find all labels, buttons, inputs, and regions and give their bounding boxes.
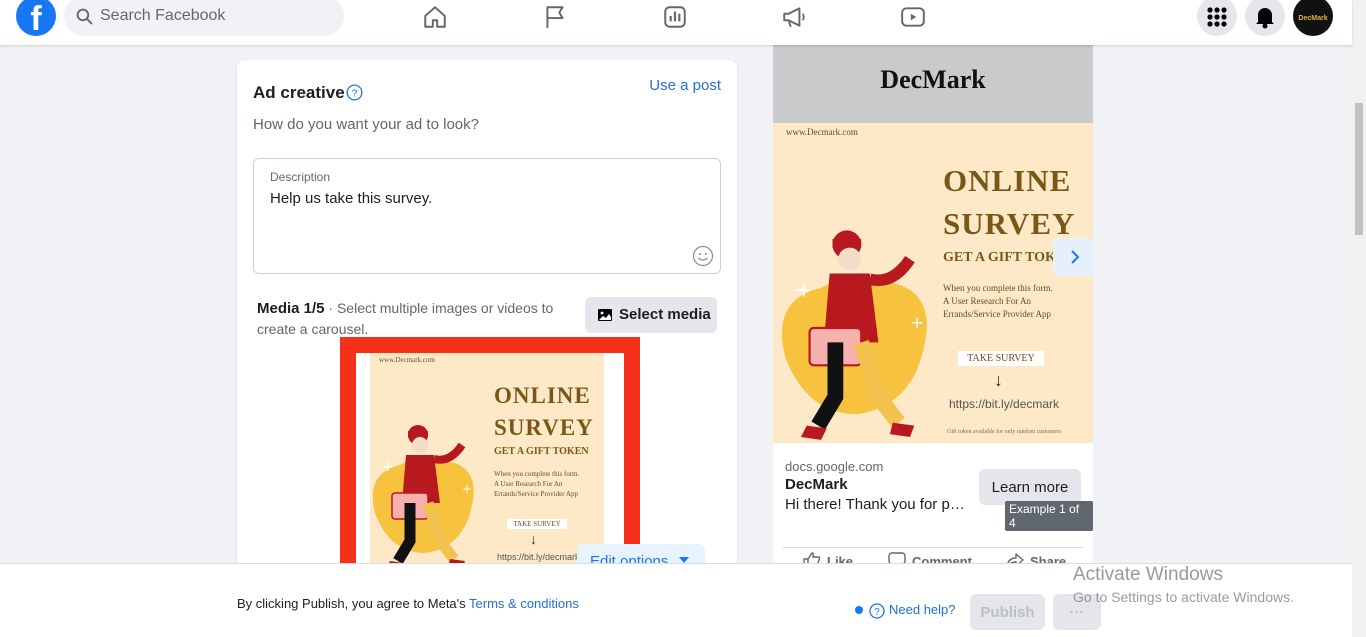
svg-text:+: + xyxy=(382,459,394,475)
video-icon[interactable] xyxy=(900,4,926,30)
ad-creative-title: Ad creative xyxy=(253,83,345,102)
preview-take-survey: TAKE SURVEY xyxy=(958,351,1044,366)
search-icon xyxy=(76,8,93,25)
flag-icon[interactable] xyxy=(542,4,568,30)
avatar[interactable]: DecMark xyxy=(1293,0,1333,36)
top-navigation: f DecMark xyxy=(0,0,1352,45)
agreement-text: By clicking Publish, you agree to Meta's xyxy=(237,596,470,611)
svg-text:?: ? xyxy=(874,607,880,618)
poster-arrow: ↓ xyxy=(530,533,537,548)
preview-poster-url: www.Decmark.com xyxy=(786,127,858,137)
preview-image[interactable]: www.Decmark.com ONLINE SURVEY GET A GIFT… xyxy=(773,123,1093,443)
preview-name: DecMark xyxy=(785,476,848,493)
poster-url: www.Decmark.com xyxy=(379,356,435,364)
media-hint: Media 1/5 · Select multiple images or vi… xyxy=(257,298,577,339)
image-icon xyxy=(598,309,612,321)
poster-body-2: A User Research For An xyxy=(494,480,563,488)
select-media-button[interactable]: Select media xyxy=(585,297,717,333)
poster-body-3: Errands/Service Provider App xyxy=(494,490,578,498)
media-title: Media 1/5 xyxy=(257,300,325,317)
description-input[interactable]: Help us take this survey. xyxy=(270,190,432,207)
bell-icon xyxy=(1256,8,1274,29)
preview-domain: docs.google.com xyxy=(785,459,884,474)
poster-title-line1: ONLINE xyxy=(494,383,591,408)
use-post-link[interactable]: Use a post xyxy=(649,77,721,94)
more-options-button[interactable]: ··· xyxy=(1053,594,1101,630)
ad-creative-card: Ad creative ? Use a post How do you want… xyxy=(237,60,737,580)
delivery-person-illustration: + + xyxy=(372,425,474,565)
description-label: Description xyxy=(270,170,331,184)
help-icon[interactable]: ? xyxy=(346,84,363,101)
question-circle-icon: ? xyxy=(869,603,885,619)
need-help-label: Need help? xyxy=(889,602,956,617)
poster-body-1: When you complete this form. xyxy=(494,470,580,478)
preview-text: Hi there! Thank you for participating xyxy=(785,496,970,513)
svg-text:+: + xyxy=(462,482,472,496)
vertical-scrollbar[interactable] xyxy=(1352,0,1366,637)
emoji-icon[interactable] xyxy=(692,245,714,267)
status-dot xyxy=(855,606,863,614)
select-media-label: Select media xyxy=(619,306,711,323)
preview-link: https://bit.ly/decmark xyxy=(949,397,1060,411)
svg-text:+: + xyxy=(795,277,812,301)
poster-gift: GET A GIFT TOKEN xyxy=(494,446,589,457)
svg-text:?: ? xyxy=(352,88,358,99)
preview-title-line1: ONLINE xyxy=(943,163,1072,198)
brand-title: DecMark xyxy=(880,65,986,94)
search-input[interactable] xyxy=(100,4,330,28)
publish-footer: By clicking Publish, you agree to Meta's… xyxy=(0,563,1352,637)
megaphone-icon[interactable] xyxy=(781,4,807,30)
example-badge: Example 1 of 4 xyxy=(1005,501,1093,531)
svg-text:+: + xyxy=(910,313,924,333)
poster-link: https://bit.ly/decmark xyxy=(497,552,580,562)
preview-title-line2: SURVEY xyxy=(943,206,1076,241)
poster-take-survey: TAKE SURVEY xyxy=(507,519,567,529)
terms-link[interactable]: Terms & conditions xyxy=(469,596,579,611)
search-box[interactable] xyxy=(64,0,344,36)
publish-button[interactable]: Publish xyxy=(970,594,1045,630)
chevron-right-icon xyxy=(1071,250,1080,264)
preview-body-3: Errands/Service Provider App xyxy=(943,309,1051,319)
notifications-button[interactable] xyxy=(1245,0,1285,36)
facebook-logo[interactable]: f xyxy=(16,0,56,36)
description-field[interactable]: Description Help us take this survey. xyxy=(253,158,721,274)
brand-header: DecMark xyxy=(773,45,1093,123)
preview-body-1: When you complete this form. xyxy=(943,283,1053,293)
ad-preview: DecMark www.Decmark.com ONLINE SURVEY GE… xyxy=(773,45,1093,565)
chart-icon[interactable] xyxy=(662,4,688,30)
menu-button[interactable] xyxy=(1197,0,1237,36)
menu-grid-icon xyxy=(1207,7,1227,27)
preview-body-2: A User Research For An xyxy=(943,296,1031,306)
learn-more-button[interactable]: Learn more xyxy=(979,469,1081,505)
poster-title-line2: SURVEY xyxy=(494,415,594,440)
preview-arrow: ↓ xyxy=(994,370,1003,390)
publish-agreement: By clicking Publish, you agree to Meta's… xyxy=(237,596,579,611)
scrollbar-thumb[interactable] xyxy=(1355,103,1363,235)
preview-fine-print: Gift token available for only random cus… xyxy=(947,429,1061,435)
ad-creative-subtitle: How do you want your ad to look? xyxy=(253,116,479,133)
preview-illustration: + + xyxy=(781,230,927,440)
carousel-next-button[interactable] xyxy=(1053,238,1093,276)
media-thumbnail[interactable]: www.Decmark.com ONLINE SURVEY GET A GIFT… xyxy=(370,353,604,565)
home-icon[interactable] xyxy=(422,4,448,30)
